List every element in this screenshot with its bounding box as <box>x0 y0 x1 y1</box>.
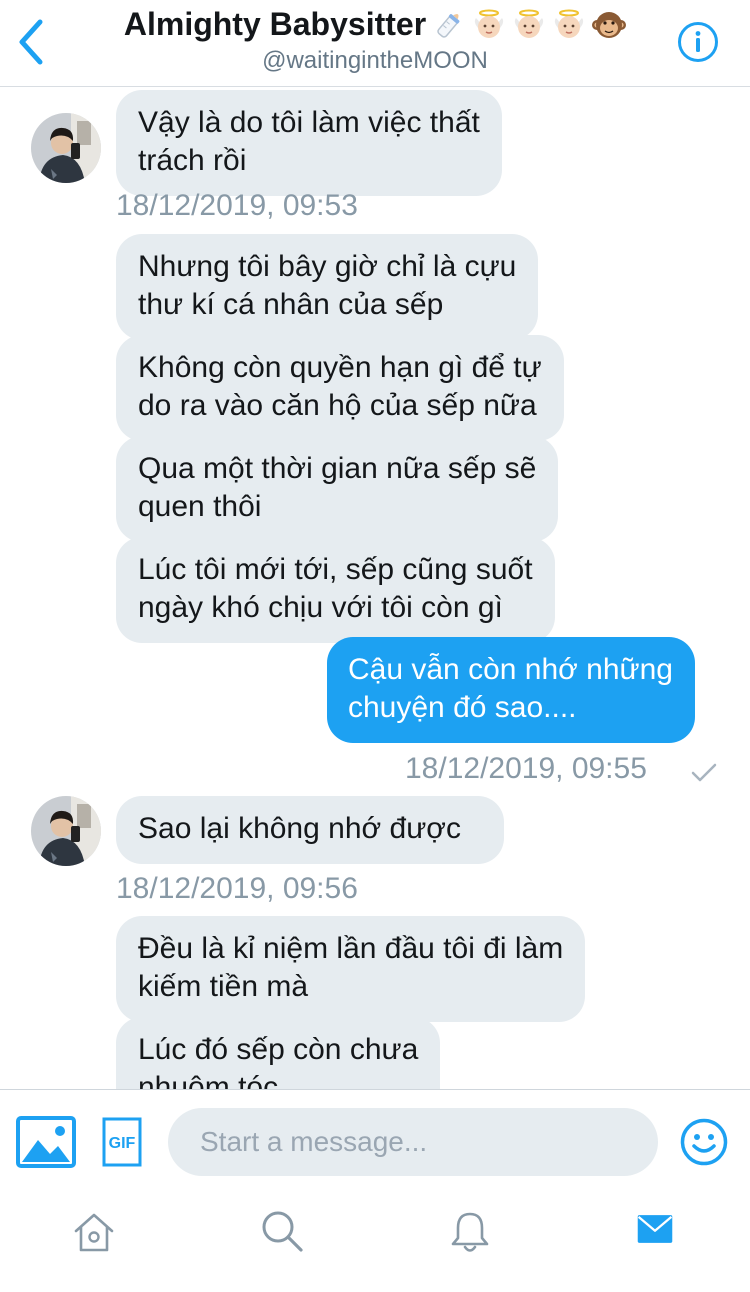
conversation-title: Almighty Babysitter <box>123 6 427 42</box>
message-timestamp: 18/12/2019, 09:55 <box>405 752 647 785</box>
conversation-handle: @waitingintheMOON <box>262 47 488 74</box>
profile-photo <box>31 113 101 183</box>
outgoing-message-bubble[interactable]: Cậu vẫn còn nhớ những chuyện đó sao.... <box>327 637 695 743</box>
baby-angel-icon <box>555 9 584 38</box>
image-icon[interactable] <box>16 1116 76 1168</box>
incoming-message-bubble[interactable]: Lúc tôi mới tới, sếp cũng suốt ngày khó … <box>116 537 555 643</box>
incoming-message-bubble[interactable]: Đều là kỉ niệm lần đầu tôi đi làm kiếm t… <box>116 916 586 1022</box>
message-thread[interactable]: Vậy là do tôi làm việc thất trách rồi 18… <box>0 87 750 1089</box>
message-timestamp: 18/12/2019, 09:53 <box>116 189 358 222</box>
search-icon[interactable] <box>260 1209 304 1253</box>
gif-label: GIF <box>109 1135 136 1152</box>
info-icon[interactable] <box>677 21 719 63</box>
profile-photo <box>31 796 101 866</box>
conversation-title-block[interactable]: Almighty Babysitter @waitingintheMOON <box>60 6 690 75</box>
message-input[interactable] <box>168 1108 658 1176</box>
message-composer: GIF <box>0 1089 750 1194</box>
sent-check-icon <box>691 763 717 782</box>
baby-angel-icon <box>515 9 544 38</box>
gif-button[interactable]: GIF <box>102 1117 142 1167</box>
message-timestamp: 18/12/2019, 09:56 <box>116 872 358 905</box>
bottom-tab-bar <box>0 1193 750 1292</box>
incoming-message-bubble[interactable]: Vậy là do tôi làm việc thất trách rồi <box>116 90 502 196</box>
incoming-message-bubble[interactable]: Qua một thời gian nữa sếp sẽ quen thôi <box>116 436 559 542</box>
avatar[interactable] <box>31 796 101 866</box>
monkey-face-icon <box>592 11 627 38</box>
back-chevron-icon[interactable] <box>14 18 48 66</box>
emoji-icon[interactable] <box>680 1118 728 1166</box>
baby-bottle-icon <box>437 13 460 38</box>
incoming-message-bubble[interactable]: Không còn quyền hạn gì để tự do ra vào c… <box>116 335 564 441</box>
home-icon[interactable] <box>72 1210 116 1254</box>
messages-envelope-icon[interactable] <box>636 1210 674 1248</box>
baby-angel-icon <box>475 9 504 38</box>
conversation-header: Almighty Babysitter @waitingintheMOON <box>0 0 750 87</box>
gif-icon: GIF <box>102 1117 142 1167</box>
avatar[interactable] <box>31 113 101 183</box>
incoming-message-bubble[interactable]: Sao lại không nhớ được <box>116 796 504 864</box>
notifications-bell-icon[interactable] <box>448 1210 492 1254</box>
incoming-message-bubble[interactable]: Nhưng tôi bây giờ chỉ là cựu thư kí cá n… <box>116 234 539 340</box>
incoming-message-bubble[interactable]: Lúc đó sếp còn chưa nhuộm tóc <box>116 1017 441 1089</box>
